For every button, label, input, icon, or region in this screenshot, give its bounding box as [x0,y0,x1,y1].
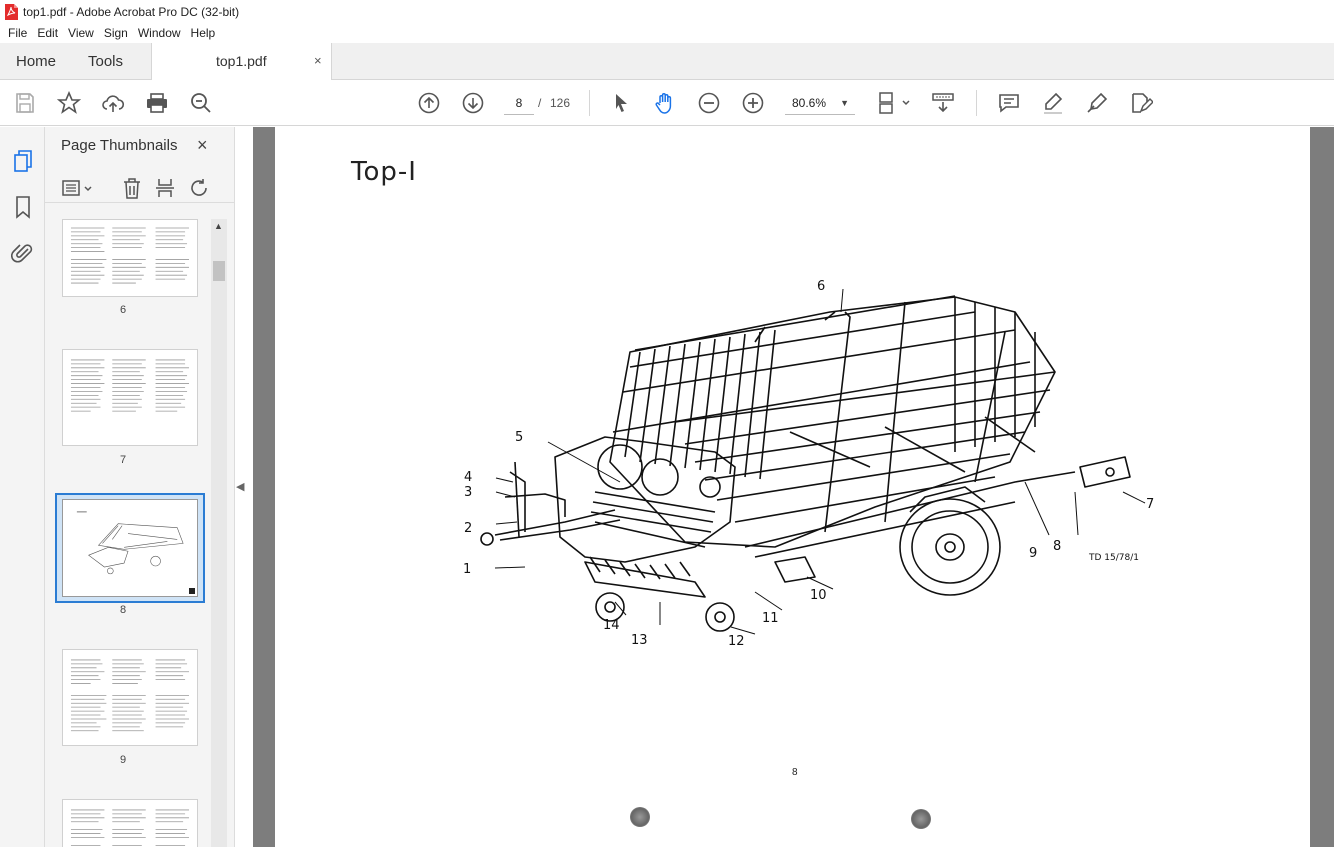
rotate-pages-icon[interactable] [188,177,210,199]
figure-code: TD 15/78/1 [1089,553,1139,563]
zoom-search-icon[interactable] [189,91,213,115]
close-panel-icon[interactable]: × [197,135,208,156]
thumbnail-text-preview [70,227,190,284]
scrollbar-handle[interactable] [213,261,225,281]
zoom-level-select[interactable]: 80.6% ▼ [785,91,855,115]
thumbnail-page-7[interactable] [62,349,198,446]
page-thumbnails-panel: Page Thumbnails × ▲ 6 7 8 9 [45,127,235,847]
thumbnail-text-preview [70,809,190,846]
panel-title: Page Thumbnails [61,137,178,154]
callout-7: 7 [1146,497,1155,512]
page-separator: / [538,96,542,110]
page-fit-icon[interactable] [877,91,913,115]
tab-home[interactable]: Home [16,43,56,80]
title-bar: top1.pdf - Adobe Acrobat Pro DC (32-bit) [0,0,1334,23]
next-page-icon[interactable] [461,91,485,115]
thumbnail-label: 7 [120,454,127,466]
hand-tool-icon[interactable] [653,91,677,115]
scroll-mode-icon[interactable] [931,91,955,115]
loader-wagon-drawing [480,288,1146,635]
thumbnail-page-8[interactable] [62,499,198,597]
print-icon[interactable] [145,91,169,115]
thumbnail-page-9[interactable] [62,649,198,746]
left-rail [0,127,45,847]
callout-10: 10 [810,588,827,603]
draw-sign-icon[interactable] [1085,91,1109,115]
callout-3: 3 [464,485,473,500]
menu-help[interactable]: Help [186,26,221,40]
callout-13: 13 [631,633,648,648]
previous-page-icon[interactable] [417,91,441,115]
window-title: top1.pdf - Adobe Acrobat Pro DC (32-bit) [23,4,240,19]
pdf-file-icon [5,3,18,20]
thumbnail-label: 9 [120,754,127,766]
document-viewport[interactable]: Top-I 6 5 4 3 2 1 7 8 9 10 11 12 13 14 T… [253,127,1334,847]
menu-sign[interactable]: Sign [99,26,133,40]
zoom-level-value: 80.6% [792,96,827,110]
menu-view[interactable]: View [63,26,99,40]
bookmark-star-icon[interactable] [56,90,82,115]
thumbnail-label: 6 [120,304,127,316]
acrobat-window: top1.pdf - Adobe Acrobat Pro DC (32-bit)… [0,0,1334,847]
thumbnail-label: 8 [120,604,127,616]
menu-file[interactable]: File [3,26,32,40]
tab-document[interactable]: top1.pdf × [151,43,332,80]
chevron-down-icon: ▼ [840,98,849,108]
save-icon[interactable] [13,91,37,115]
fill-sign-icon[interactable] [1129,91,1155,115]
callout-9: 9 [1029,546,1038,561]
attachments-paperclip-icon[interactable] [11,241,35,265]
close-tab-icon[interactable]: × [314,53,322,68]
zoom-out-icon[interactable] [697,91,721,115]
thumbnail-text-preview [70,359,190,412]
callout-14: 14 [603,618,620,633]
collapse-panel-icon[interactable]: ◀ [236,480,244,493]
thumbnail-scrollbar[interactable]: ▲ [211,219,227,847]
thumbnail-text-preview [70,659,190,732]
callout-11: 11 [762,611,779,626]
page-number: 8 [792,767,798,778]
page-total: 126 [550,96,571,110]
extract-pages-icon[interactable] [154,177,176,199]
chevron-up-icon[interactable]: ▲ [214,221,223,231]
menu-bar: File Edit View Sign Window Help [0,23,1334,43]
zoom-in-icon[interactable] [741,91,765,115]
toolbar-divider [589,90,590,116]
comment-icon[interactable] [997,91,1021,115]
menu-window[interactable]: Window [133,26,186,40]
callout-12: 12 [728,634,745,649]
page-number-input[interactable]: 8 [504,91,534,115]
toolbar: 8 / 126 80.6% ▼ [0,80,1334,126]
tab-document-label: top1.pdf [216,53,267,69]
binder-hole [630,807,650,827]
thumbnail-page-6[interactable] [62,219,198,297]
binder-hole [911,809,931,829]
delete-pages-icon[interactable] [121,177,143,199]
thumbnail-resize-handle[interactable] [189,588,195,594]
callout-1: 1 [463,562,472,577]
select-cursor-icon[interactable] [609,91,633,115]
highlight-pen-icon[interactable] [1041,91,1065,115]
callout-5: 5 [515,430,524,445]
page-thumbnails-icon[interactable] [11,149,35,173]
thumbnail-toolbar [45,173,235,203]
callout-4: 4 [464,470,473,485]
tab-tools[interactable]: Tools [88,43,123,80]
menu-edit[interactable]: Edit [32,26,63,40]
thumbnail-options-icon[interactable] [61,177,95,199]
callout-8: 8 [1053,539,1062,554]
upload-cloud-icon[interactable] [101,91,125,115]
callout-6: 6 [817,279,826,294]
thumbnail-drawing-preview [76,511,184,575]
tab-bar: Home Tools top1.pdf × [0,43,1334,80]
page-heading: Top-I [351,157,417,187]
bookmarks-icon[interactable] [11,195,35,219]
callout-2: 2 [464,521,473,536]
toolbar-divider [976,90,977,116]
thumbnail-page-10[interactable] [62,799,198,847]
pdf-page: Top-I 6 5 4 3 2 1 7 8 9 10 11 12 13 14 T… [275,127,1310,847]
